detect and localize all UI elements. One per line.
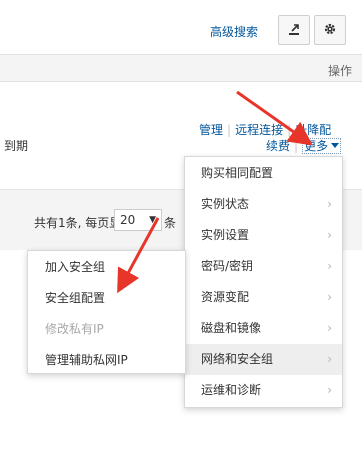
more-actions-menu: 购买相同配置 实例状态 › 实例设置 › 密码/密钥 › 资源变配 › 磁盘和镜像 › 网… bbox=[184, 156, 343, 408]
more-dropdown-trigger[interactable]: 更多 bbox=[302, 138, 342, 154]
chevron-right-icon: › bbox=[327, 228, 332, 242]
menu-item-label: 磁盘和镜像 bbox=[201, 321, 262, 335]
menu-item-disk-image[interactable]: 磁盘和镜像 › bbox=[185, 313, 342, 344]
submenu-item-manage-secondary-ip[interactable]: 管理辅助私网IP bbox=[28, 345, 185, 376]
submenu-item-label: 安全组配置 bbox=[45, 291, 106, 305]
settings-button[interactable] bbox=[314, 15, 346, 45]
manage-link[interactable]: 管理 bbox=[199, 123, 223, 137]
renew-link[interactable]: 续费 bbox=[266, 139, 290, 153]
advanced-search-link[interactable]: 高级搜索 bbox=[210, 23, 258, 40]
menu-item-label: 实例状态 bbox=[201, 197, 250, 211]
chevron-right-icon: › bbox=[327, 259, 332, 273]
menu-item-label: 运维和诊断 bbox=[201, 383, 262, 397]
row-actions-secondary: 续费 | 更多 bbox=[266, 137, 342, 154]
pagination-suffix: 条 bbox=[164, 216, 177, 230]
top-toolbar: 高级搜索 bbox=[0, 0, 362, 54]
row-actions-primary: 管理 | 远程连接 | 升降配 bbox=[199, 121, 331, 138]
chevron-right-icon: › bbox=[327, 383, 332, 397]
triangle-down-icon: ▼ bbox=[149, 215, 156, 225]
submenu-item-security-group-config[interactable]: 安全组配置 bbox=[28, 283, 185, 314]
chevron-right-icon: › bbox=[327, 197, 332, 211]
submenu-item-label: 加入安全组 bbox=[45, 260, 106, 274]
menu-item-buy-same-config[interactable]: 购买相同配置 bbox=[185, 158, 342, 189]
gear-icon bbox=[323, 22, 337, 39]
submenu-item-modify-private-ip: 修改私有IP bbox=[28, 314, 185, 345]
action-separator: | bbox=[287, 123, 292, 137]
column-header-actions: 操作 bbox=[327, 64, 352, 78]
submenu-item-label: 修改私有IP bbox=[45, 322, 104, 336]
chevron-right-icon: › bbox=[327, 290, 332, 304]
upgrade-link[interactable]: 升降配 bbox=[295, 123, 331, 137]
menu-item-label: 实例设置 bbox=[201, 228, 250, 242]
menu-item-label: 网络和安全组 bbox=[201, 352, 274, 366]
menu-item-password-key[interactable]: 密码/密钥 › bbox=[185, 251, 342, 282]
action-separator: | bbox=[227, 123, 232, 137]
menu-item-instance-settings[interactable]: 实例设置 › bbox=[185, 220, 342, 251]
menu-item-ops-diagnosis[interactable]: 运维和诊断 › bbox=[185, 375, 342, 406]
page-size-select[interactable]: 20 ▼ bbox=[114, 209, 162, 231]
export-button[interactable] bbox=[278, 15, 310, 45]
submenu-item-join-security-group[interactable]: 加入安全组 bbox=[28, 252, 185, 283]
chevron-right-icon: › bbox=[327, 352, 332, 366]
more-label: 更多 bbox=[304, 139, 329, 153]
expire-status: 到期 bbox=[4, 139, 29, 153]
menu-item-label: 购买相同配置 bbox=[201, 166, 274, 180]
menu-item-instance-status[interactable]: 实例状态 › bbox=[185, 189, 342, 220]
export-icon bbox=[287, 22, 301, 39]
table-header: 操作 bbox=[0, 54, 362, 82]
menu-item-label: 资源变配 bbox=[201, 290, 250, 304]
action-separator: | bbox=[294, 139, 299, 153]
network-security-submenu: 加入安全组 安全组配置 修改私有IP 管理辅助私网IP bbox=[27, 250, 186, 374]
menu-item-resource-change[interactable]: 资源变配 › bbox=[185, 282, 342, 313]
remote-connect-link[interactable]: 远程连接 bbox=[235, 123, 283, 137]
chevron-right-icon: › bbox=[327, 321, 332, 335]
menu-item-network-security[interactable]: 网络和安全组 › bbox=[185, 344, 342, 375]
submenu-item-label: 管理辅助私网IP bbox=[45, 353, 128, 367]
menu-item-label: 密码/密钥 bbox=[201, 259, 254, 273]
page-size-value: 20 bbox=[120, 213, 136, 227]
caret-down-icon bbox=[331, 143, 340, 148]
